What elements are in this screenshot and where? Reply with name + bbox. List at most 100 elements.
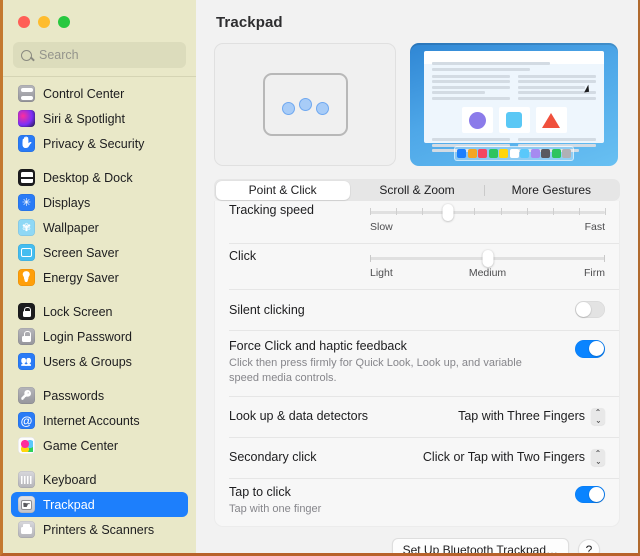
chevron-updown-icon: ⌃ ⌃ (591, 407, 605, 425)
finger-dot (298, 98, 312, 111)
sidebar-item-trackpad[interactable]: Trackpad (11, 492, 188, 517)
click-slider[interactable]: Light Medium Firm (370, 249, 605, 279)
tab-scroll-and-zoom[interactable]: Scroll & Zoom (350, 181, 484, 200)
search-container: Search (3, 38, 196, 76)
slider-max-label: Firm (584, 267, 605, 279)
row-force-click: Force Click and haptic feedback Click th… (215, 330, 619, 396)
sidebar-item-siri-spotlight[interactable]: Siri & Spotlight (11, 106, 188, 131)
zoom-button[interactable] (58, 16, 70, 28)
sidebar-item-label: Trackpad (43, 497, 95, 512)
slider-mid-label: Medium (468, 267, 507, 279)
preview-heading-lines (432, 58, 596, 71)
color-swatch (499, 149, 508, 158)
toggle-knob (576, 302, 592, 317)
shape-card (535, 107, 567, 133)
sidebar-item-label: Printers & Scanners (43, 522, 155, 537)
sidebar-item-energy-saver[interactable]: Energy Saver (11, 265, 188, 290)
sidebar-item-game-center[interactable]: Game Center (11, 433, 188, 458)
slider-track[interactable] (370, 250, 605, 267)
force-click-toggle[interactable] (575, 340, 605, 358)
sidebar-list[interactable]: Control Center Siri & Spotlight Privacy … (3, 76, 196, 553)
slider-tick (552, 208, 554, 215)
control-center-icon (18, 85, 35, 102)
slider-thumb[interactable] (442, 204, 454, 221)
sidebar-item-wallpaper[interactable]: Wallpaper (11, 215, 188, 240)
color-swatch (541, 149, 550, 158)
tab-bar: Point & Click Scroll & Zoom More Gesture… (214, 179, 620, 201)
color-swatch (467, 149, 477, 158)
slider-track[interactable] (370, 204, 606, 221)
toggle-knob (588, 486, 604, 502)
login-password-lock-icon (18, 328, 35, 345)
click-label: Click (229, 249, 257, 263)
tab-point-and-click[interactable]: Point & Click (215, 180, 350, 200)
secondary-click-label: Secondary click (229, 450, 317, 465)
circle-shape-icon (468, 111, 486, 129)
sidebar-item-keyboard[interactable]: Keyboard (11, 467, 188, 492)
lock-screen-icon (18, 303, 35, 320)
sidebar-group: Desktop & Dock Displays Wallpaper Screen… (11, 165, 188, 290)
tracking-speed-slider[interactable]: Slow Fast (370, 203, 606, 233)
wallpaper-icon (18, 219, 35, 236)
row-silent-clicking: Silent clicking (215, 289, 619, 330)
sidebar-item-login-password[interactable]: Login Password (11, 324, 188, 349)
trackpad-outline (262, 73, 348, 136)
row-click: Click Light Medium Firm (215, 243, 619, 289)
internet-accounts-at-icon (18, 412, 35, 429)
game-center-icon (18, 437, 35, 454)
sidebar-item-screen-saver[interactable]: Screen Saver (11, 240, 188, 265)
help-button[interactable]: ? (578, 538, 600, 553)
displays-icon (18, 194, 35, 211)
color-swatch (488, 149, 498, 158)
finger-dot (315, 102, 329, 115)
sidebar-item-label: Passwords (43, 388, 105, 403)
look-up-popup-button[interactable]: Tap with Three Fingers ⌃ ⌃ (458, 407, 605, 425)
sidebar-item-label: Displays (43, 195, 91, 210)
passwords-key-icon (18, 387, 35, 404)
color-swatch (509, 149, 519, 158)
sidebar-item-displays[interactable]: Displays (11, 190, 188, 215)
tab-more-gestures[interactable]: More Gestures (484, 181, 618, 200)
search-field[interactable]: Search (13, 42, 186, 68)
set-up-bluetooth-trackpad-button[interactable]: Set Up Bluetooth Trackpad… (391, 537, 569, 553)
sidebar: Search Control Center Siri & Spotlight P… (3, 0, 196, 553)
desktop-dock-icon (18, 169, 35, 186)
row-tap-to-click: Tap to click Tap with one finger (215, 477, 619, 526)
force-click-description: Click then press firmly for Quick Look, … (229, 357, 522, 384)
siri-icon (18, 110, 35, 127)
page-title: Trackpad (216, 14, 283, 31)
color-swatch (457, 149, 466, 158)
sidebar-item-passwords[interactable]: Passwords (11, 383, 188, 408)
finger-dot (281, 102, 295, 115)
tab-label: More Gestures (511, 183, 591, 197)
sidebar-item-users-groups[interactable]: Users & Groups (11, 349, 188, 374)
sidebar-item-printers-scanners[interactable]: Printers & Scanners (11, 517, 188, 542)
search-icon (21, 49, 32, 61)
slider-tick (422, 208, 424, 215)
sidebar-item-privacy-security[interactable]: Privacy & Security (11, 131, 188, 156)
printer-icon (18, 521, 35, 538)
sidebar-item-internet-accounts[interactable]: Internet Accounts (11, 408, 188, 433)
row-look-up: Look up & data detectors Tap with Three … (215, 395, 619, 437)
sidebar-item-lock-screen[interactable]: Lock Screen (11, 299, 188, 324)
chevron-updown-icon: ⌃ ⌃ (591, 448, 605, 466)
settings-scroll-area[interactable]: Tracking speed Slow Fast Click Light Med… (196, 197, 638, 553)
sidebar-item-label: Desktop & Dock (43, 170, 133, 185)
look-up-label: Look up & data detectors (229, 409, 368, 424)
secondary-click-popup-button[interactable]: Click or Tap with Two Fingers ⌃ ⌃ (423, 448, 605, 466)
tap-to-click-toggle[interactable] (575, 485, 605, 504)
preview-column (432, 74, 510, 103)
color-swatch (562, 149, 571, 158)
search-placeholder: Search (39, 48, 79, 62)
minimize-button[interactable] (38, 16, 50, 28)
slider-thumb[interactable] (482, 250, 493, 267)
toggle-knob (588, 341, 604, 357)
close-button[interactable] (18, 16, 30, 28)
sidebar-item-desktop-dock[interactable]: Desktop & Dock (11, 165, 188, 190)
sidebar-item-control-center[interactable]: Control Center (11, 81, 188, 106)
color-swatch (530, 149, 540, 158)
keyboard-icon (18, 471, 35, 488)
silent-clicking-toggle[interactable] (575, 300, 605, 319)
color-swatch (551, 149, 561, 158)
look-up-animation-preview (410, 43, 618, 166)
